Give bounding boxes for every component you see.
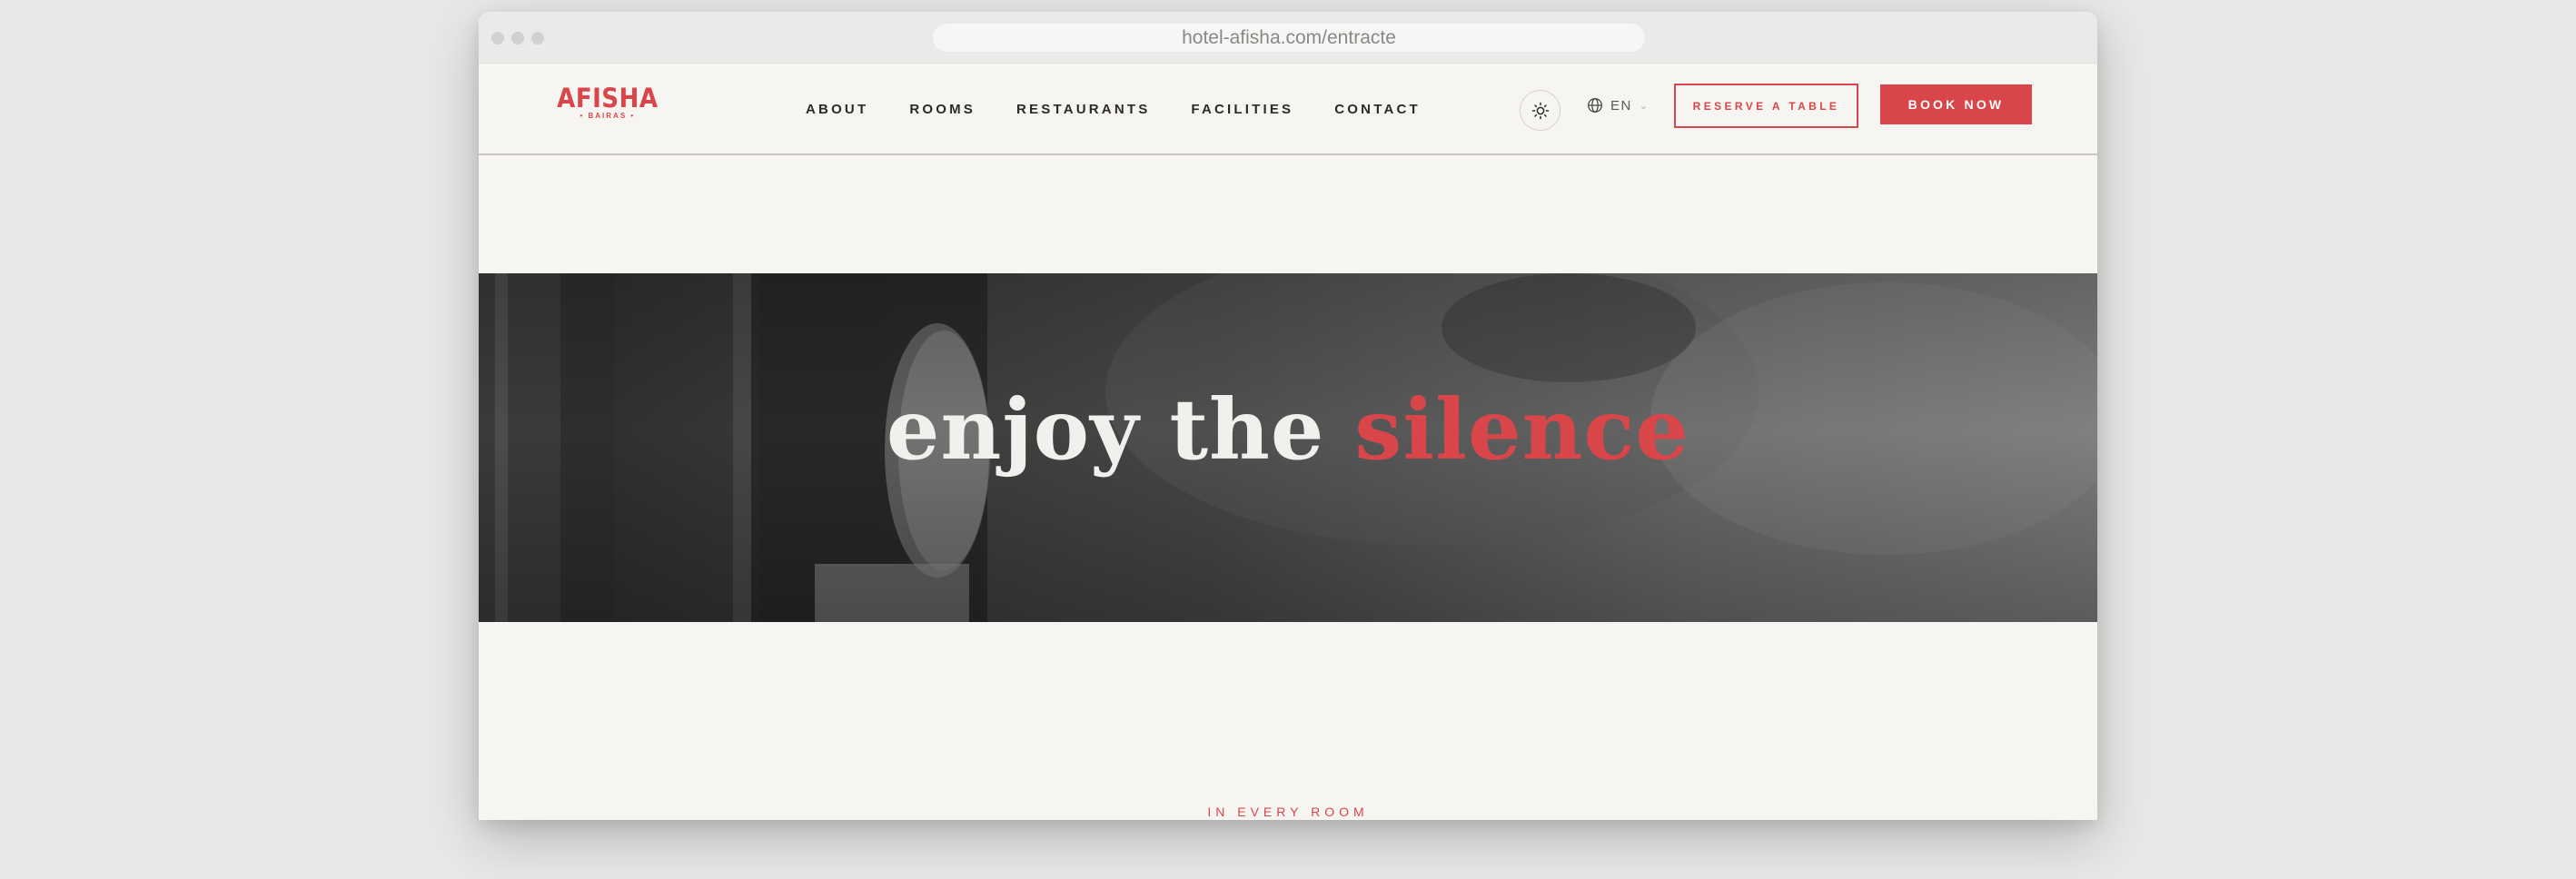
hero-title-accent: silence <box>1354 380 1690 479</box>
browser-window: hotel-afisha.com/entracte AFISHA • BAIRA… <box>479 12 2097 820</box>
chevron-down-icon: ⌄ <box>1639 100 1650 112</box>
reserve-table-button[interactable]: RESERVE A TABLE <box>1674 84 1858 128</box>
maximize-window-button[interactable] <box>531 32 544 44</box>
hero-title: enjoy the silence <box>479 380 2097 479</box>
nav-link-contact[interactable]: CONTACT <box>1334 102 1421 117</box>
site-header: AFISHA • BAIRAS • ABOUT ROOMS RESTAURANT… <box>479 64 2097 155</box>
section-eyebrow: IN EVERY ROOM <box>1207 805 1369 819</box>
brand-name: AFISHA <box>557 83 659 114</box>
minimize-window-button[interactable] <box>511 32 524 44</box>
nav-link-restaurants[interactable]: RESTAURANTS <box>1016 102 1150 117</box>
theme-toggle-button[interactable] <box>1520 90 1560 131</box>
brand-logo[interactable]: AFISHA • BAIRAS • <box>551 84 664 121</box>
close-window-button[interactable] <box>491 32 504 44</box>
address-bar[interactable]: hotel-afisha.com/entracte <box>933 24 1645 52</box>
window-controls <box>491 32 544 44</box>
nav-link-rooms[interactable]: ROOMS <box>909 102 976 117</box>
hero-title-main: enjoy the <box>886 380 1325 479</box>
language-selector[interactable]: EN ⌄ <box>1587 97 1650 114</box>
main-nav: ABOUT ROOMS RESTAURANTS FACILITIES CONTA… <box>806 64 1421 154</box>
nav-link-facilities[interactable]: FACILITIES <box>1191 102 1293 117</box>
globe-icon <box>1588 98 1602 113</box>
nav-link-about[interactable]: ABOUT <box>806 102 868 117</box>
hero-banner: enjoy the silence <box>479 273 2097 622</box>
sun-icon <box>1531 102 1549 119</box>
language-label: EN <box>1610 97 1632 114</box>
book-now-button[interactable]: BOOK NOW <box>1880 84 2032 124</box>
browser-titlebar: hotel-afisha.com/entracte <box>479 12 2097 64</box>
